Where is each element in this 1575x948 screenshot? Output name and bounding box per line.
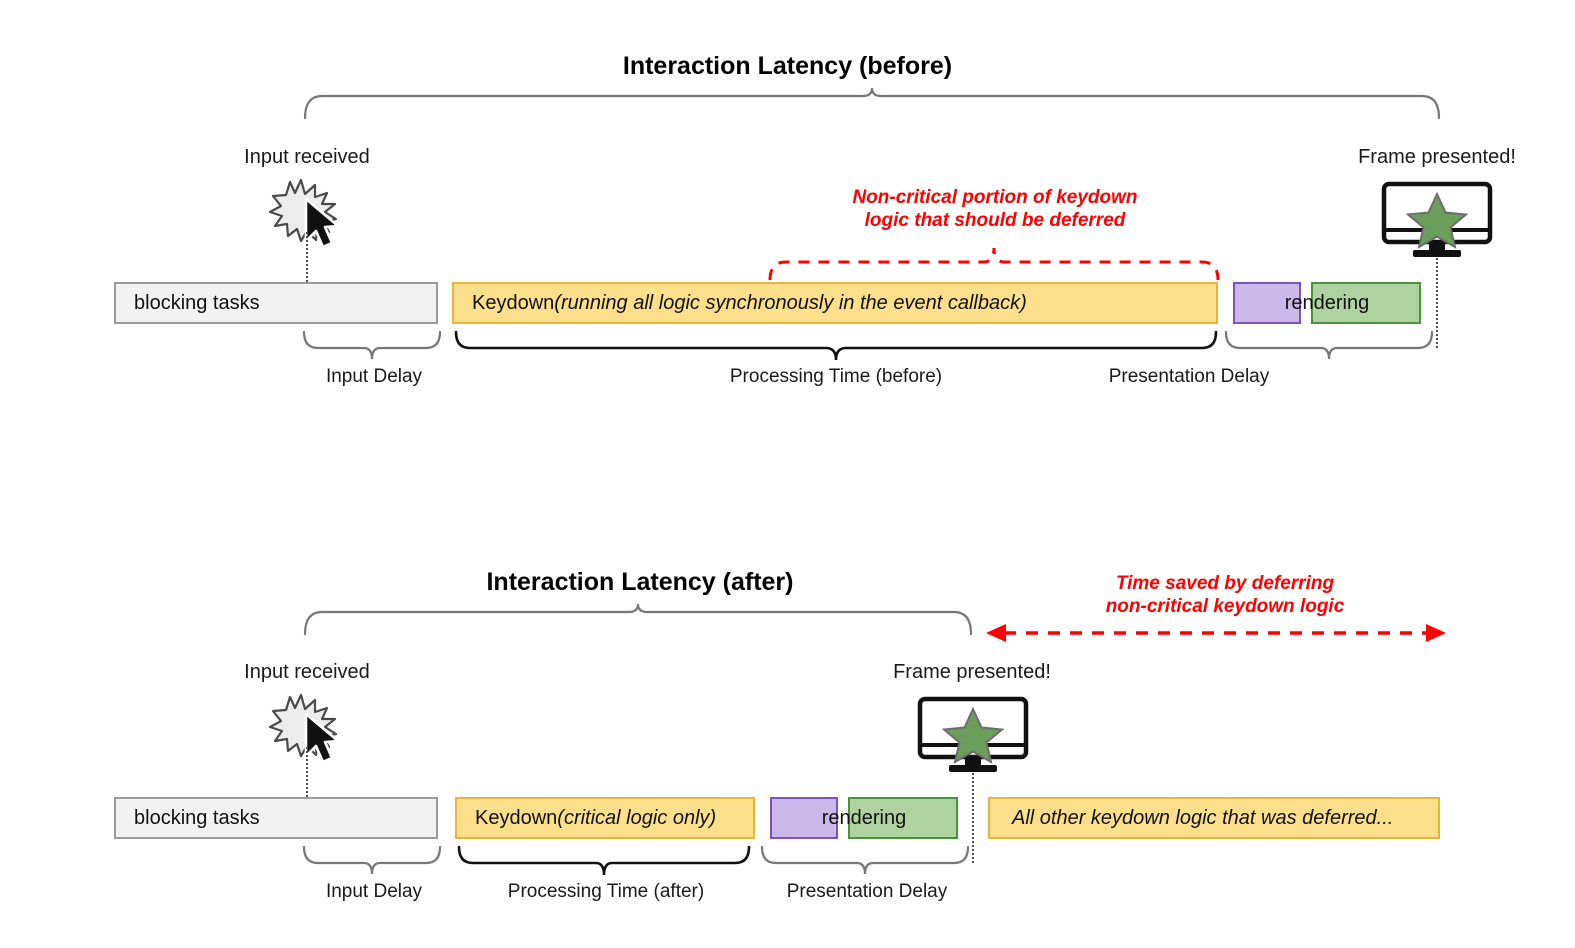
after-input-received-label: Input received	[244, 661, 370, 683]
monitor-icon	[1381, 181, 1493, 257]
before-input-delay-brace	[302, 330, 442, 360]
before-keydown-label: Keydown	[472, 291, 555, 314]
after-keydown-label: Keydown	[475, 806, 558, 829]
after-input-delay-brace	[302, 845, 442, 875]
after-presentation-delay-brace	[760, 845, 970, 875]
before-input-delay-label: Input Delay	[325, 366, 423, 387]
after-processing-time-label: Processing Time (after)	[507, 881, 705, 902]
monitor-icon	[917, 696, 1029, 772]
after-frame-presented-label: Frame presented!	[893, 661, 1051, 683]
diagram-canvas: Interaction Latency (before) Input recei…	[0, 0, 1575, 948]
after-overall-brace	[303, 603, 973, 636]
after-presentation-delay-label: Presentation Delay	[786, 881, 948, 902]
before-presentation-delay-label: Presentation Delay	[1108, 366, 1270, 387]
after-keydown-box: Keydown (critical logic only)	[455, 797, 755, 839]
before-red-annotation-line1: Non-critical portion of keydown	[852, 187, 1138, 208]
before-red-annotation-line2: logic that should be deferred	[864, 210, 1126, 232]
before-rendering-box	[1311, 282, 1421, 324]
after-processing-time-brace	[457, 845, 751, 876]
before-input-received-label: Input received	[244, 146, 370, 168]
before-blocking-tasks-label: blocking tasks	[134, 291, 260, 314]
before-presentation-delay-brace	[1224, 330, 1434, 360]
after-blocking-tasks-box: blocking tasks	[114, 797, 438, 839]
before-section-title: Interaction Latency (before)	[622, 52, 953, 80]
after-blocking-tasks-label: blocking tasks	[134, 806, 260, 829]
after-keydown-detail: (critical logic only)	[557, 806, 717, 829]
after-red-annotation-line1: Time saved by deferring	[1115, 573, 1335, 594]
before-overall-brace	[303, 87, 1441, 120]
before-keydown-box: Keydown (running all logic synchronously…	[452, 282, 1218, 324]
before-processing-time-brace	[454, 330, 1218, 361]
after-input-delay-label: Input Delay	[325, 881, 423, 902]
after-rendering-box	[848, 797, 958, 839]
before-blocking-tasks-box: blocking tasks	[114, 282, 438, 324]
before-frame-presented-label: Frame presented!	[1358, 146, 1516, 168]
before-red-dashed-brace	[768, 247, 1220, 281]
after-time-saved-arrow	[986, 624, 1446, 642]
after-pre-render-box	[770, 797, 838, 839]
before-pre-render-box	[1233, 282, 1301, 324]
after-deferred-logic-box: All other keydown logic that was deferre…	[988, 797, 1440, 839]
before-keydown-detail: (running all logic synchronously in the …	[554, 291, 1027, 314]
before-red-annotation: Non-critical portion of keydown logic th…	[745, 186, 1245, 232]
after-red-annotation-line2: non-critical keydown logic	[1105, 596, 1345, 618]
after-deferred-logic-label: All other keydown logic that was deferre…	[1012, 806, 1394, 829]
after-red-annotation: Time saved by deferring non-critical key…	[1015, 572, 1435, 618]
